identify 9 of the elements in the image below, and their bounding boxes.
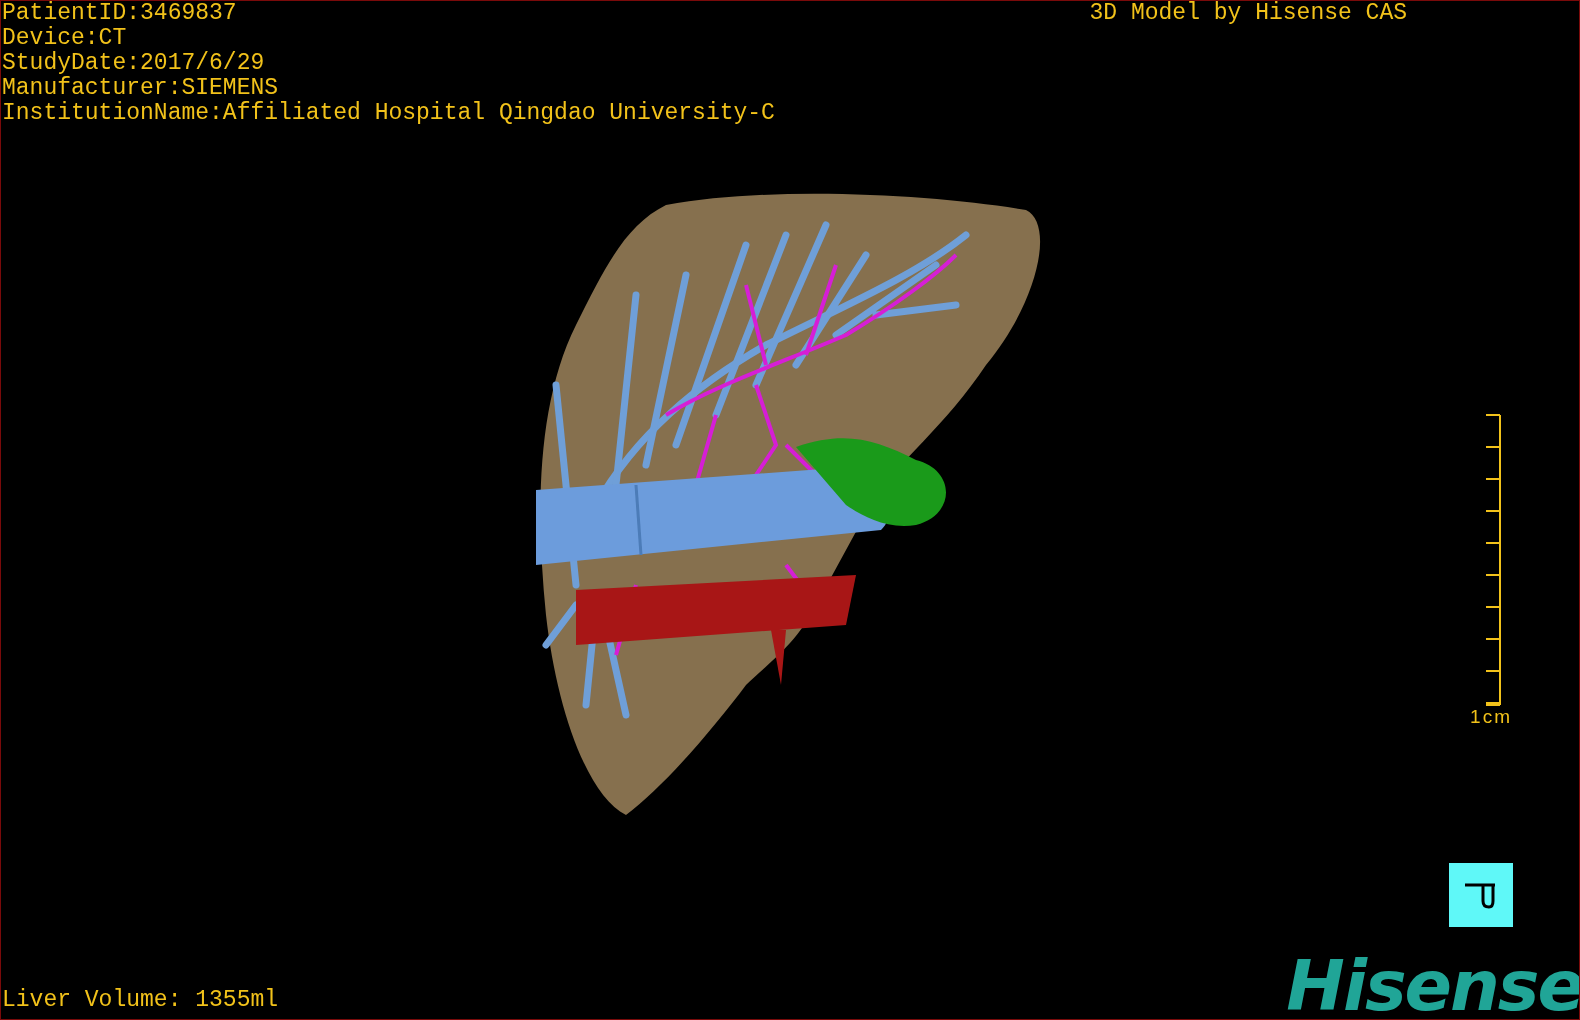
scale-label: 1cm: [1470, 706, 1512, 727]
info-text: Manufacturer:SIEMENS: [2, 76, 280, 101]
info-text: PatientID:3469837: [2, 1, 238, 26]
info-text: InstitutionName:Affiliated Hospital Qingdao University-C: [2, 101, 775, 126]
info-text: StudyDate:2017/6/29: [2, 51, 266, 76]
title-text: 3D Model by Hisense CAS: [1089, 1, 1407, 26]
info-text: Device:CT: [2, 26, 128, 51]
liver-volume-text: Liver Volume: 1355ml: [1, 988, 279, 1015]
orientation-cube-icon[interactable]: [1449, 863, 1513, 927]
